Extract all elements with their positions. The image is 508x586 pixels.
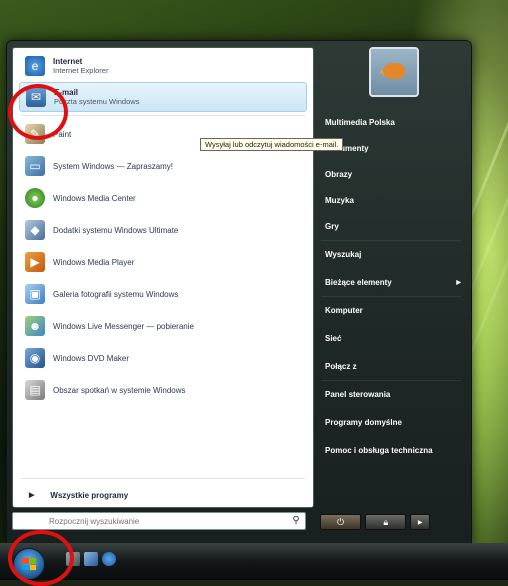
switch-windows-icon[interactable] [84,552,98,566]
media-player-icon: ▶ [25,252,45,272]
dvd-maker-icon: ◉ [25,348,45,368]
show-desktop-icon[interactable] [66,552,80,566]
power-icon: ⏻ [337,516,345,527]
program-dvd-maker[interactable]: ◉ Windows DVD Maker [19,344,307,372]
internet-explorer-quicklaunch-icon[interactable] [102,552,116,566]
search-icon[interactable]: ⚲ [289,514,303,528]
right-item-pictures[interactable]: Obrazy [317,164,467,184]
mail-icon: ✉ [26,87,46,107]
paint-icon: ✎ [25,124,45,144]
program-photo-gallery[interactable]: ▣ Galeria fotografii systemu Windows [19,280,307,308]
program-live-messenger[interactable]: ☻ Windows Live Messenger — pobieranie [19,312,307,340]
program-welcome[interactable]: ▭ System Windows — Zapraszamy! [19,152,307,180]
windows-logo-icon [22,558,36,570]
all-programs-button[interactable]: ▶ Wszystkie programy [19,485,307,505]
divider [21,115,305,116]
media-center-icon: ● [25,188,45,208]
pinned-internet[interactable]: e Internet Internet Explorer [19,52,307,80]
right-item-computer[interactable]: Komputer [317,300,467,320]
power-button[interactable]: ⏻ [320,514,362,530]
power-controls: ⏻ 🔒︎ ▶ [320,514,430,530]
program-media-player[interactable]: ▶ Windows Media Player [19,248,307,276]
right-item-user-folder[interactable]: Multimedia Polska [317,112,467,132]
program-meeting-space[interactable]: ▤ Obszar spotkań w systemie Windows [19,376,307,404]
right-item-control-panel[interactable]: Panel sterowania [317,384,467,404]
right-item-default-programs[interactable]: Programy domyślne [317,412,467,432]
right-item-network[interactable]: Sieć [317,328,467,348]
shutdown-options-button[interactable]: ▶ [410,514,430,530]
user-avatar[interactable] [369,47,419,97]
divider [21,478,305,479]
messenger-icon: ☻ [25,316,45,336]
chevron-right-icon: ▶ [417,519,423,526]
pinned-email[interactable]: ✉ E-mail Poczta systemu Windows [19,82,307,112]
internet-explorer-icon: e [25,56,45,76]
divider [321,380,461,381]
right-item-help[interactable]: Pomoc i obsługa techniczna [317,440,467,460]
start-menu: e Internet Internet Explorer ✉ E-mail Po… [6,40,472,545]
right-item-games[interactable]: Gry [317,216,467,236]
lock-button[interactable]: 🔒︎ [365,514,407,530]
start-button[interactable] [13,548,45,580]
photo-gallery-icon: ▣ [25,284,45,304]
program-ultimate-extras[interactable]: ◆ Dodatki systemu Windows Ultimate [19,216,307,244]
ultimate-extras-icon: ◆ [25,220,45,240]
right-item-recent-items[interactable]: Bieżące elementy ▶ [317,272,467,292]
divider [321,296,461,297]
search-box[interactable]: ⚲ [12,512,306,530]
right-item-connect-to[interactable]: Połącz z [317,356,467,376]
divider [321,240,461,241]
welcome-icon: ▭ [25,156,45,176]
search-input[interactable] [13,515,289,527]
right-item-music[interactable]: Muzyka [317,190,467,210]
right-item-search[interactable]: Wyszukaj [317,244,467,264]
lock-icon: 🔒︎ [383,516,389,527]
email-tooltip: Wysyłaj lub odczytuj wiadomości e-mail. [200,138,344,151]
programs-pane: e Internet Internet Explorer ✉ E-mail Po… [12,47,314,508]
program-media-center[interactable]: ● Windows Media Center [19,184,307,212]
play-arrow-icon: ▶ [29,492,35,499]
submenu-arrow-icon: ▶ [456,279,461,286]
meeting-space-icon: ▤ [25,380,45,400]
